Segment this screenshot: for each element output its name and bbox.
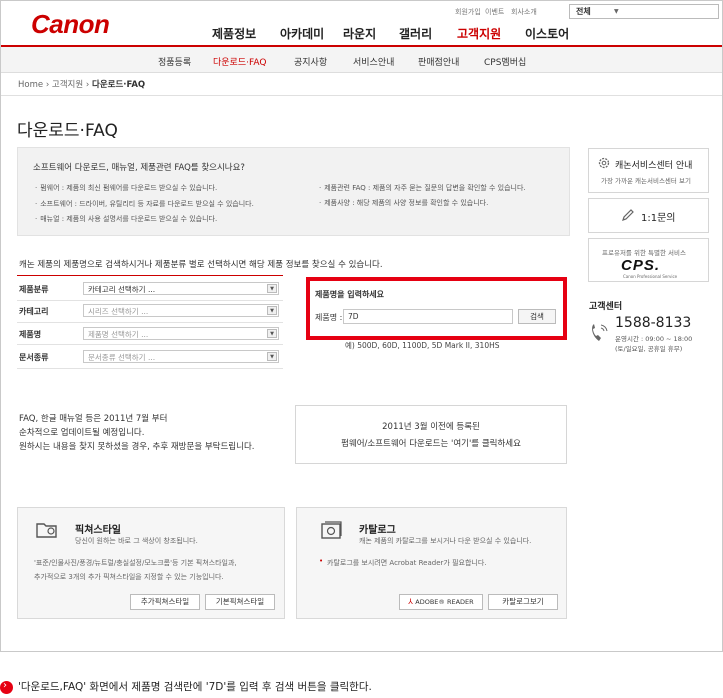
info-faq: 제품관련 FAQ : 제품의 자주 묻는 질문의 답변을 확인할 수 있습니다. [319, 183, 525, 193]
browser-page: Canon 회원가입 이벤트 회사소개 전체 ▼ 제품정보 아카데미 라운지 갤… [0, 0, 723, 652]
nav-estore[interactable]: 이스토어 [525, 25, 569, 42]
filter-label-doctype: 문서종류 [19, 353, 49, 362]
filter-top-line [17, 275, 283, 276]
breadcrumb-home[interactable]: Home [18, 80, 43, 90]
catalog-title: 카탈로그 [359, 525, 396, 536]
add-picture-style-button[interactable]: 추가픽쳐스타일 [130, 594, 200, 610]
service-center-sub: 가장 가까운 캐논서비스센터 보기 [601, 177, 691, 185]
filter-label-class: 제품분류 [19, 285, 49, 294]
info-manual: 매뉴얼 : 제품의 사용 설명서를 다운로드 받으실 수 있습니다. [35, 214, 217, 224]
service-center-title: 캐논서비스센터 안내 [615, 161, 693, 171]
basic-picture-style-button[interactable]: 기본픽쳐스타일 [205, 594, 275, 610]
filter-product-select[interactable]: 제품명 선택하기 ... ▼ [83, 327, 279, 340]
faq-notice-line2: 순차적으로 업데이트될 예정입니다. [19, 428, 145, 438]
old-download-line1: 2011년 3월 이전에 등록된 [382, 422, 480, 432]
subnav-service[interactable]: 서비스안내 [353, 55, 394, 68]
picture-style-subtitle: 당신이 원하는 바로 그 색상이 창조됩니다. [75, 537, 198, 545]
filter-bottom-line [17, 368, 283, 369]
catalog-book-icon [321, 521, 342, 539]
page-title: 다운로드·FAQ [17, 121, 118, 141]
chevron-down-icon: ▼ [267, 284, 277, 293]
arrow-bullet-icon: › [0, 680, 13, 694]
search-button[interactable]: 검색 [518, 309, 556, 324]
filter-class-select[interactable]: 카테고리 선택하기 ... ▼ [83, 282, 279, 295]
product-name-label: 제품명 : [315, 313, 343, 322]
product-name-value: 7D [348, 312, 359, 321]
cps-logo: CPS. [621, 257, 661, 274]
util-company-link[interactable]: 회사소개 [511, 7, 537, 17]
cps-sub: 프로유저를 위한 특별한 서비스 [602, 249, 686, 257]
product-name-input[interactable]: 7D [343, 309, 513, 324]
chevron-down-icon: ▼ [267, 306, 277, 315]
adobe-reader-label: ADOBE® READER [415, 598, 474, 606]
customer-center-holidays: (토/일요일, 공휴일 휴무) [615, 345, 683, 353]
cps-small: Canon Professional Service [623, 274, 678, 279]
product-search-title: 제품명을 입력하세요 [315, 290, 385, 299]
customer-center-hours: 운영시간 : 09:00 ~ 18:00 [615, 335, 693, 343]
customer-center-phone: 1588-8133 [615, 315, 692, 331]
subnav-download-faq[interactable]: 다운로드·FAQ [213, 55, 266, 68]
product-example: 예) 500D, 60D, 1100D, 5D Mark II, 310HS [345, 341, 500, 350]
arrow-right-icon: › [3, 680, 7, 691]
picture-style-desc1: '표준/인물사진/풍경/뉴트럴/충실설정/모노크롬'등 기본 픽쳐스타일과, [34, 559, 237, 567]
util-signup-link[interactable]: 회원가입 [455, 7, 481, 17]
catalog-subtitle: 캐논 제품의 카탈로그를 보시거나 다운 받으실 수 있습니다. [359, 537, 532, 545]
pencil-icon [622, 209, 634, 221]
breadcrumb-divider [1, 95, 722, 96]
note-bullet-icon: • [319, 557, 324, 565]
info-question: 소프트웨어 다운로드, 매뉴얼, 제품관련 FAQ를 찾으시나요? [33, 163, 245, 173]
canon-logo[interactable]: Canon [31, 9, 110, 40]
nav-product[interactable]: 제품정보 [212, 25, 256, 42]
filter-category-value: 시리즈 선택하기 ... [88, 307, 149, 316]
adobe-icon: ⅄ [408, 597, 413, 606]
picture-style-desc2: 추가적으로 3개의 추가 픽쳐스타일을 지정할 수 있는 기능입니다. [34, 573, 224, 581]
nav-academy[interactable]: 아카데미 [280, 25, 324, 42]
filter-product-value: 제품명 선택하기 ... [88, 330, 149, 339]
filter-divider [17, 322, 283, 323]
filter-label-product: 제품명 [19, 330, 42, 339]
subnav-cps[interactable]: CPS멤버십 [484, 55, 526, 68]
nav-lounge[interactable]: 라운지 [343, 25, 376, 42]
breadcrumb-current: 다운로드·FAQ [92, 80, 146, 90]
faq-notice-line1: FAQ, 한글 매뉴얼 등은 2011년 7월 부터 [19, 414, 168, 424]
info-firmware: 펌웨어 : 제품의 최신 펌웨어를 다운로드 받으실 수 있습니다. [35, 183, 217, 193]
adobe-reader-button[interactable]: ⅄ ADOBE® READER [399, 594, 483, 610]
picture-style-title: 픽쳐스타일 [75, 525, 121, 536]
caption-text: '다운로드,FAQ' 화면에서 제품명 검색란에 '7D'를 입력 후 검색 버… [18, 681, 372, 693]
filter-label-category: 카테고리 [19, 307, 49, 316]
filter-divider [17, 300, 283, 301]
search-scope-select[interactable]: 전체 [576, 6, 591, 17]
nav-gallery[interactable]: 갤러리 [399, 25, 432, 42]
util-event-link[interactable]: 이벤트 [485, 7, 504, 17]
subnav-notice[interactable]: 공지사항 [294, 55, 327, 68]
phone-icon [592, 324, 608, 341]
info-spec: 제품사양 : 해당 제품의 사양 정보를 확인할 수 있습니다. [319, 198, 488, 208]
filter-doctype-select[interactable]: 문서종류 선택하기 ... ▼ [83, 350, 279, 363]
inquiry-label: 1:1문의 [641, 213, 676, 224]
filter-doctype-value: 문서종류 선택하기 ... [88, 353, 156, 362]
view-catalog-button[interactable]: 카탈로그보기 [488, 594, 558, 610]
breadcrumb-support[interactable]: 고객지원 [52, 80, 83, 90]
gear-icon [598, 157, 610, 169]
subnav-dealers[interactable]: 판매점안내 [418, 55, 459, 68]
catalog-note: 카탈로그를 보시려면 Acrobat Reader가 필요합니다. [327, 559, 487, 567]
breadcrumb: Home › 고객지원 › 다운로드·FAQ [18, 78, 145, 90]
search-guide: 캐논 제품의 제품명으로 검색하시거나 제품분류 별로 선택하시면 해당 제품 … [19, 260, 383, 270]
folder-image-icon [36, 523, 57, 538]
subnav-registration[interactable]: 정품등록 [158, 55, 191, 68]
chevron-down-icon: ▼ [267, 352, 277, 361]
faq-notice-line3: 원하시는 내용을 찾지 못하셨을 경우, 추후 재방문을 부탁드립니다. [19, 442, 255, 452]
customer-center-title: 고객센터 [589, 302, 623, 312]
old-download-link[interactable]: 2011년 3월 이전에 등록된 펌웨어/소프트웨어 다운로드는 '여기'를 클… [295, 405, 567, 464]
chevron-down-icon: ▼ [267, 329, 277, 338]
filter-divider [17, 344, 283, 345]
info-software: 소프트웨어 : 드라이버, 유틸리티 등 자료를 다운로드 받으실 수 있습니다… [35, 199, 254, 209]
nav-support[interactable]: 고객지원 [457, 25, 501, 42]
site-search-box[interactable]: 전체 ▼ [569, 4, 719, 19]
filter-category-select[interactable]: 시리즈 선택하기 ... ▼ [83, 304, 279, 317]
old-download-line2: 펌웨어/소프트웨어 다운로드는 '여기'를 클릭하세요 [341, 439, 521, 449]
filter-class-value: 카테고리 선택하기 ... [88, 285, 156, 294]
chevron-down-icon: ▼ [614, 8, 619, 15]
